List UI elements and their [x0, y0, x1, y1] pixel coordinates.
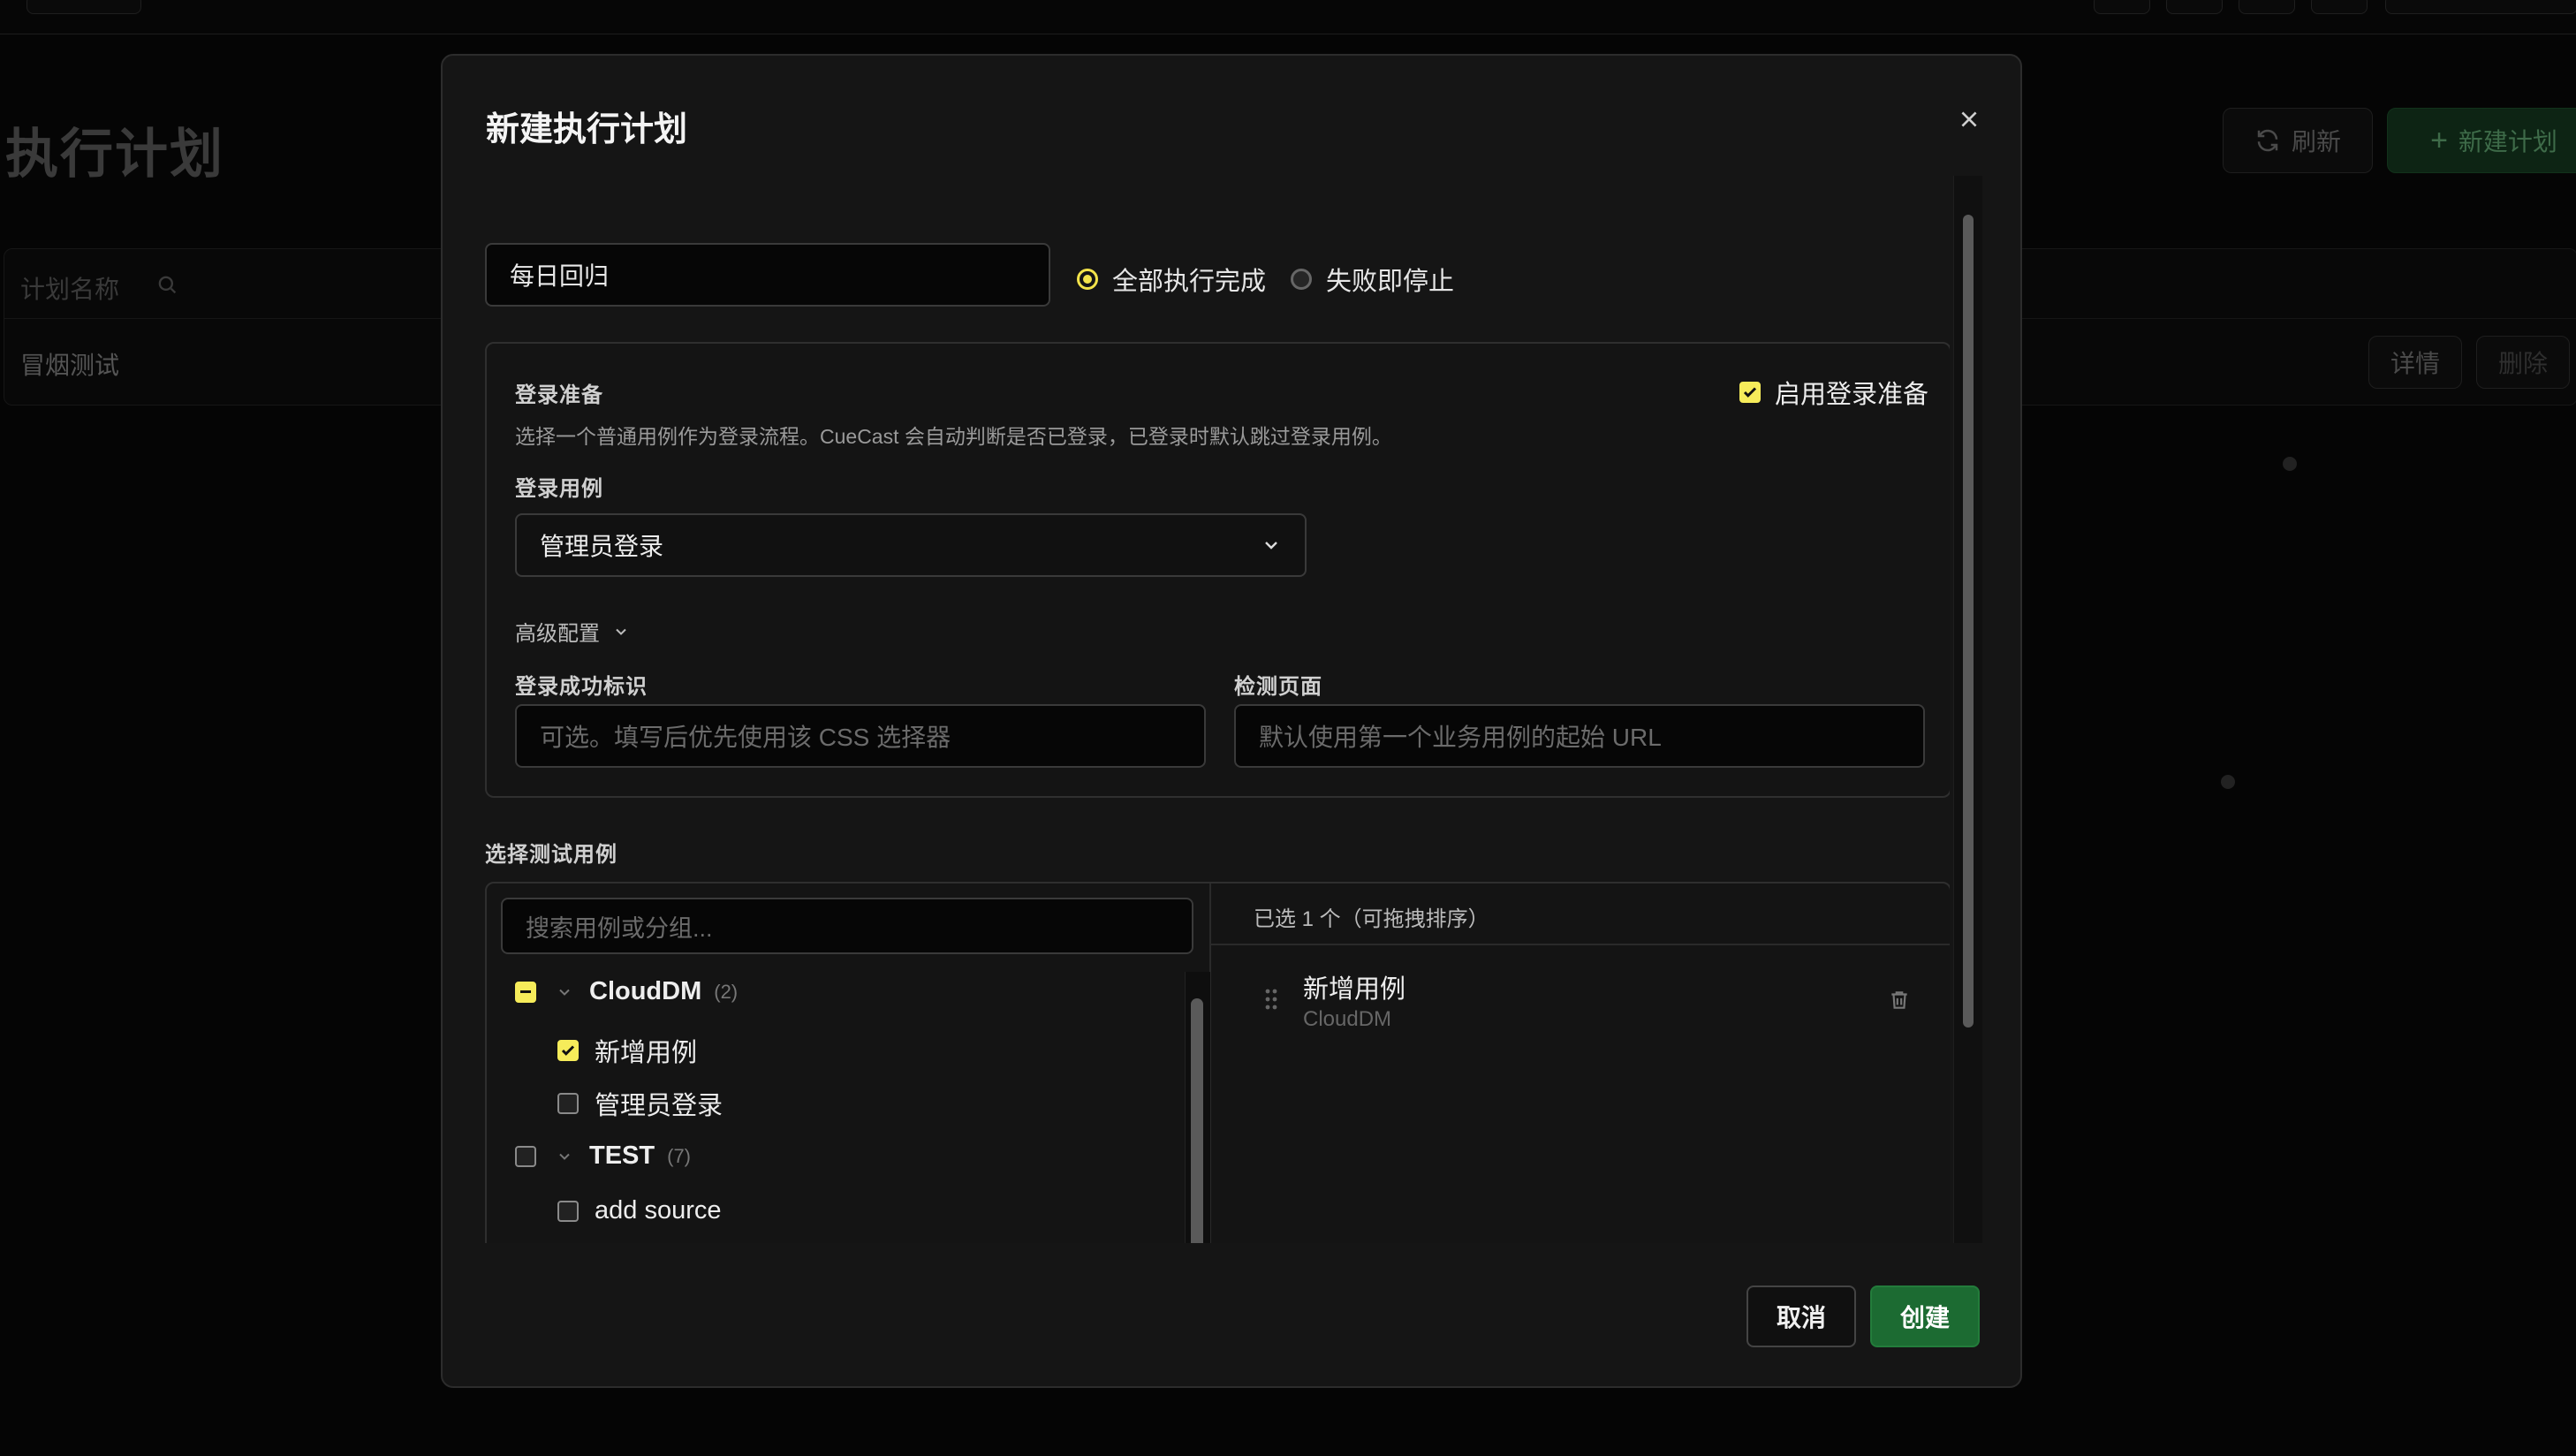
login-case-value: 管理员登录	[540, 533, 664, 560]
group-checkbox-test[interactable]	[515, 1145, 536, 1167]
list-item[interactable]: add source	[557, 1196, 722, 1225]
selected-cases-panel: 已选 1 个（可拖拽排序） 新增用例 CloudDM	[1211, 883, 1950, 1243]
refresh-button[interactable]: 刷新	[2223, 108, 2373, 173]
radio-stop-on-fail[interactable]: 失败即停止	[1291, 261, 1454, 298]
trash-icon[interactable]	[1888, 988, 1911, 1012]
dialog-body: 每日回归 全部执行完成 失败即停止 登录准备 启用登录准备 选择一个普通用例作为…	[485, 176, 1950, 1243]
partial-indicator	[520, 990, 531, 993]
refresh-icon	[2257, 129, 2278, 152]
enable-login-label: 启用登录准备	[1775, 381, 1929, 409]
case-search-input[interactable]: 搜索用例或分组...	[501, 898, 1193, 954]
login-preparation-card: 登录准备 启用登录准备 选择一个普通用例作为登录流程。CueCast 会自动判断…	[485, 342, 1950, 798]
select-cases-label: 选择测试用例	[485, 843, 617, 867]
page-title: 执行计划	[5, 125, 224, 184]
group-row-test[interactable]: TEST (7)	[515, 1141, 691, 1171]
selected-count-label: 已选 1 个（可拖拽排序）	[1254, 907, 1489, 931]
advanced-config-toggle[interactable]: 高级配置	[515, 616, 630, 647]
group-row-clouddm[interactable]: CloudDM (2)	[515, 977, 738, 1006]
success-marker-label: 登录成功标识	[515, 675, 648, 699]
case-checkbox[interactable]	[557, 1093, 579, 1114]
top-bar-button[interactable]	[2166, 0, 2223, 14]
top-bar-button[interactable]	[2311, 0, 2368, 14]
new-plan-button[interactable]: + 新建计划	[2387, 108, 2576, 173]
radio-run-all-indicator	[1077, 269, 1098, 290]
selected-case-item[interactable]: 新增用例 CloudDM	[1211, 954, 1950, 1051]
close-button[interactable]	[1950, 100, 1989, 139]
case-picker: 搜索用例或分组... CloudDM (2) 新增用例 管理员登录 TEST (…	[485, 882, 1950, 1243]
login-case-select[interactable]: 管理员登录	[515, 513, 1307, 577]
radio-run-all-label: 全部执行完成	[1112, 268, 1267, 296]
check-icon	[1743, 387, 1757, 398]
chevron-down-icon[interactable]	[556, 1148, 573, 1165]
list-item[interactable]: 管理员登录	[557, 1085, 723, 1122]
radio-stop-on-fail-indicator	[1291, 269, 1312, 290]
check-page-label: 检测页面	[1234, 675, 1322, 699]
delete-button[interactable]: 删除	[2476, 336, 2570, 389]
new-plan-dialog: 新建执行计划 每日回归 全部执行完成 失败即停止 登录准备 启用登录准备 选择一…	[441, 54, 2022, 1388]
enable-login-check	[1739, 382, 1761, 403]
chevron-down-icon	[616, 628, 626, 635]
close-icon	[1961, 111, 1977, 127]
table-row[interactable]: 冒烟测试	[20, 346, 119, 382]
list-item[interactable]: 新增用例	[557, 1032, 697, 1069]
group-count: (2)	[714, 980, 739, 1003]
login-section-label: 登录准备	[515, 383, 603, 407]
refresh-label: 刷新	[2291, 128, 2341, 155]
case-label: add source	[595, 1196, 722, 1225]
check-page-input[interactable]: 默认使用第一个业务用例的起始 URL	[1234, 704, 1925, 768]
decor-dot	[2221, 775, 2235, 789]
case-checkbox[interactable]	[557, 1040, 579, 1061]
new-plan-label: 新建计划	[2458, 128, 2557, 155]
create-button[interactable]: 创建	[1870, 1285, 1980, 1347]
radio-stop-on-fail-label: 失败即停止	[1326, 268, 1455, 296]
case-label: 新增用例	[595, 1039, 698, 1067]
case-label: 管理员登录	[595, 1092, 724, 1120]
top-bar	[0, 0, 2576, 34]
group-name: TEST	[589, 1141, 655, 1170]
cancel-button[interactable]: 取消	[1746, 1285, 1856, 1347]
login-description: 选择一个普通用例作为登录流程。CueCast 会自动判断是否已登录，已登录时默认…	[515, 425, 1392, 448]
top-bar-button[interactable]	[2094, 0, 2150, 14]
enable-login-checkbox[interactable]: 启用登录准备	[1739, 374, 1928, 411]
tree-scrollbar-thumb[interactable]	[1191, 998, 1203, 1243]
case-tree-panel: 搜索用例或分组... CloudDM (2) 新增用例 管理员登录 TEST (…	[487, 883, 1211, 1243]
group-checkbox-clouddm[interactable]	[515, 981, 536, 1003]
plus-icon: +	[2430, 123, 2448, 157]
search-icon[interactable]	[155, 272, 179, 297]
detail-button[interactable]: 详情	[2368, 336, 2462, 389]
dialog-scrollbar[interactable]	[1953, 176, 1982, 1243]
top-bar-button[interactable]	[2239, 0, 2295, 14]
advanced-config-label: 高级配置	[515, 622, 600, 646]
plan-name-input[interactable]: 每日回归	[485, 243, 1050, 307]
drag-handle-icon[interactable]	[1264, 988, 1278, 1011]
selected-header: 已选 1 个（可拖拽排序）	[1211, 883, 1950, 945]
selected-case-group: CloudDM	[1303, 1007, 1392, 1031]
dialog-scrollbar-thumb[interactable]	[1963, 215, 1974, 1028]
login-case-label: 登录用例	[515, 477, 603, 501]
selected-case-name: 新增用例	[1303, 975, 1406, 1004]
chevron-down-icon[interactable]	[556, 983, 573, 1001]
group-name: CloudDM	[589, 977, 702, 1005]
radio-run-all[interactable]: 全部执行完成	[1077, 261, 1266, 298]
top-bar-button[interactable]	[2385, 0, 2576, 14]
decor-dot	[2283, 457, 2297, 471]
check-icon	[561, 1045, 575, 1056]
group-count: (7)	[667, 1144, 692, 1167]
tree-scrollbar[interactable]	[1185, 972, 1210, 1243]
dialog-title: 新建执行计划	[486, 111, 688, 148]
top-bar-tab[interactable]	[27, 0, 141, 14]
case-checkbox[interactable]	[557, 1200, 579, 1222]
column-plan-name: 计划名称	[20, 276, 120, 303]
chevron-down-icon	[1265, 542, 1277, 550]
success-marker-input[interactable]: 可选。填写后优先使用该 CSS 选择器	[515, 704, 1206, 768]
